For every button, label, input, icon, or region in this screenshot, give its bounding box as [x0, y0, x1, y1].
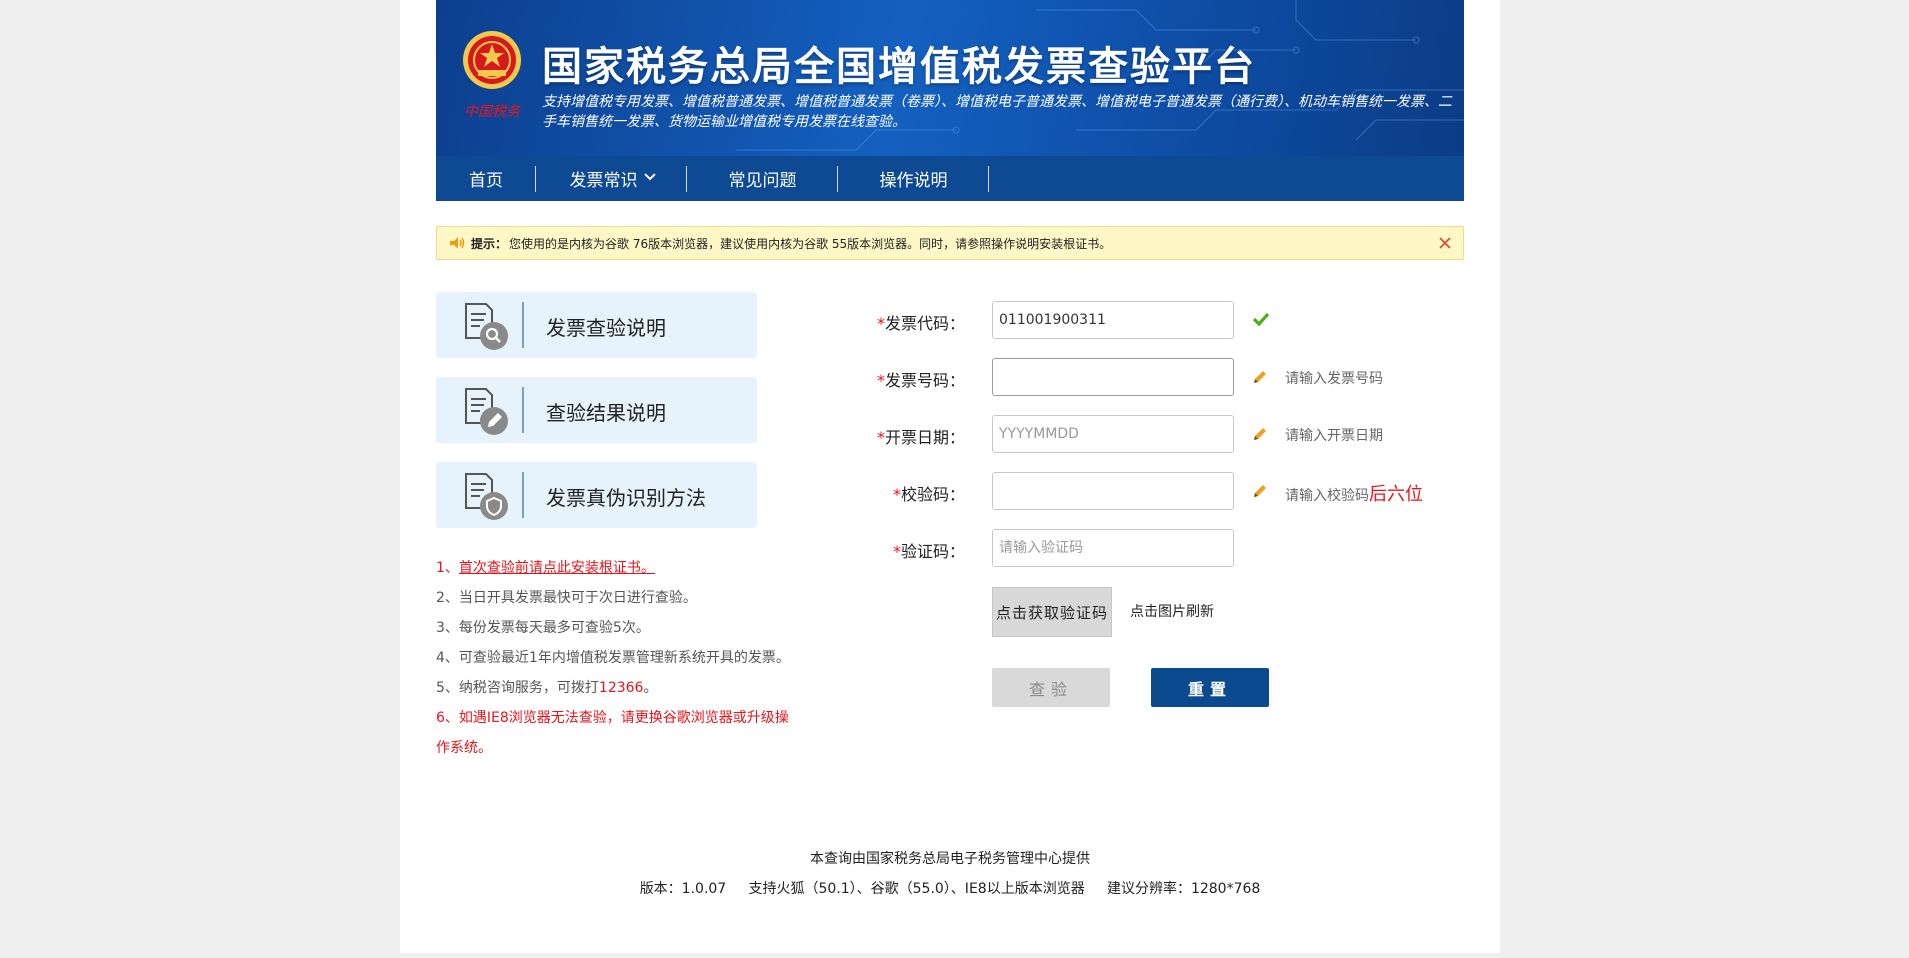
verify-button[interactable]: 查验: [992, 668, 1110, 707]
captcha-image[interactable]: 点击获取验证码: [992, 587, 1112, 637]
tip-5: 5、纳税咨询服务，可拨打12366。: [436, 680, 658, 696]
invoice-number-hint: 请输入发票号码: [1285, 371, 1383, 387]
tips-list: 1、首次查验前请点此安装根证书。 2、当日开具发票最快可于次日进行查验。 3、每…: [436, 553, 796, 763]
captcha-label: *验证码：: [892, 542, 965, 561]
chevron-down-icon: [643, 168, 656, 180]
tax-emblem-logo: 中国税务: [463, 31, 521, 120]
tip-1: 1、首次查验前请点此安装根证书。: [436, 560, 655, 576]
invoice-code-label: *发票代码：: [876, 314, 965, 333]
document-edit-icon: [465, 388, 508, 435]
header-banner: 中国税务 国家税务总局全国增值税发票查验平台 支持增值税专用发票、增值税普通发票…: [436, 0, 1464, 156]
browser-notice: 提示： 您使用的是内核为谷歌 76版本浏览器，建议使用内核为谷歌 55版本浏览器…: [436, 226, 1464, 260]
invoice-number-label: *发票号码：: [876, 371, 965, 390]
tip-6: 6、如遇IE8浏览器无法查验，请更换谷歌浏览器或升级操作系统。: [436, 710, 789, 756]
footer-provider: 本查询由国家税务总局电子税务管理中心提供: [810, 851, 1090, 867]
nav-item-invoice-knowledge-label: 发票常识: [569, 171, 638, 191]
captcha-refresh-note: 点击图片刷新: [1130, 604, 1214, 620]
page-title: 国家税务总局全国增值税发票查验平台: [542, 44, 1256, 90]
nav-item-home-label: 首页: [469, 171, 503, 191]
card-authenticity-guide[interactable]: 发票真伪识别方法: [436, 462, 757, 528]
nav-item-instructions-label: 操作说明: [879, 171, 948, 191]
pencil-icon: [1254, 485, 1266, 497]
card-result-guide[interactable]: 查验结果说明: [436, 377, 757, 443]
close-icon[interactable]: [1437, 235, 1453, 251]
nav-item-invoice-knowledge[interactable]: 发票常识: [536, 156, 687, 201]
tip-4: 4、可查验最近1年内增值税发票管理新系统开具的发票。: [436, 650, 790, 666]
reset-button[interactable]: 重置: [1151, 668, 1269, 707]
hotline-number: 12366: [598, 680, 644, 696]
invoice-date-label: *开票日期：: [876, 428, 965, 447]
invoice-date-hint: 请输入开票日期: [1285, 428, 1383, 444]
document-shield-icon: [465, 473, 508, 520]
card-divider: [522, 472, 524, 518]
check-code-input[interactable]: [992, 472, 1234, 510]
pencil-icon: [1254, 371, 1266, 383]
main-nav: 首页 发票常识 常见问题 操作说明: [436, 156, 1464, 201]
card-verification-guide[interactable]: 发票查验说明: [436, 292, 757, 358]
invoice-code-input[interactable]: [992, 301, 1234, 339]
page-container: 中国税务 国家税务总局全国增值税发票查验平台 支持增值税专用发票、增值税普通发票…: [400, 0, 1500, 953]
nav-item-faq-label: 常见问题: [728, 171, 797, 191]
emblem-label: 中国税务: [464, 104, 521, 120]
card-label: 查验结果说明: [546, 401, 666, 425]
page-subtitle: 支持增值税专用发票、增值税普通发票、增值税普通发票（卷票）、增值税电子普通发票、…: [542, 94, 1452, 130]
tip-2: 2、当日开具发票最快可于次日进行查验。: [436, 590, 697, 606]
tip-3: 3、每份发票每天最多可查验5次。: [436, 620, 650, 636]
speaker-icon: [450, 237, 465, 249]
captcha-image-text: 点击获取验证码: [995, 603, 1108, 622]
install-cert-link[interactable]: 首次查验前请点此安装根证书。: [459, 560, 655, 576]
pencil-icon: [1254, 428, 1266, 440]
check-icon: [1252, 312, 1270, 327]
document-search-icon: [465, 303, 508, 350]
invoice-date-input[interactable]: [992, 415, 1234, 453]
invoice-number-input[interactable]: [992, 358, 1234, 396]
nav-item-instructions[interactable]: 操作说明: [838, 156, 989, 201]
captcha-input[interactable]: [992, 529, 1234, 567]
notice-prefix: 提示：: [471, 236, 508, 251]
check-code-hint: 请输入校验码后六位: [1285, 484, 1423, 505]
card-label: 发票真伪识别方法: [546, 486, 706, 510]
card-divider: [522, 387, 524, 433]
nav-item-home[interactable]: 首页: [436, 156, 536, 201]
footer-version-info: 版本：1.0.07 支持火狐（50.1）、谷歌（55.0）、IE8以上版本浏览器…: [639, 881, 1261, 897]
check-code-label: *校验码：: [892, 485, 965, 504]
notice-text: 您使用的是内核为谷歌 76版本浏览器，建议使用内核为谷歌 55版本浏览器。同时，…: [509, 236, 1112, 251]
card-divider: [522, 302, 524, 348]
nav-item-faq[interactable]: 常见问题: [687, 156, 838, 201]
card-label: 发票查验说明: [546, 316, 666, 340]
